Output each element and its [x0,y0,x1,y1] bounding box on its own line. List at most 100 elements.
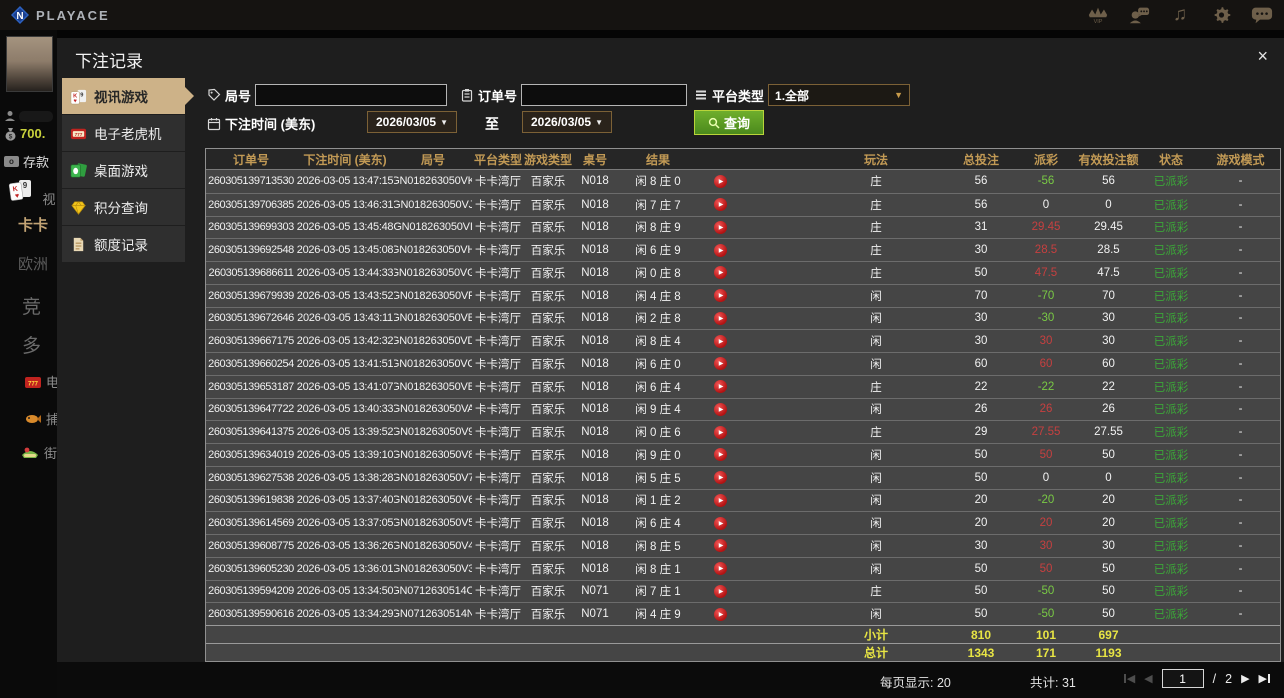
table-no: N018 [581,517,609,530]
music-icon[interactable]: ♫ [1168,3,1192,27]
round-input[interactable] [255,84,448,106]
payout: -50 [1037,608,1055,621]
bet-time: 2026-03-05 13:34:29 [296,608,394,621]
replay-button[interactable]: ▶ [698,512,743,534]
play-icon: ▶ [714,448,727,462]
replay-button[interactable]: ▶ [698,308,743,330]
table-row: 260305139608775 2026-03-05 13:36:26 GN0182… [206,534,1280,557]
deposit-button[interactable]: o 存款 [4,152,49,171]
platform-type: 卡卡湾厅 [475,472,521,485]
platform-select[interactable]: 1.全部 ▼ [768,84,911,106]
tab-table-games[interactable]: 桌面游戏 [62,152,185,188]
status: 已派彩 [1153,199,1189,212]
tab-video-games[interactable]: 9 K ♥ 视讯游戏 [62,78,194,114]
order-no: 260305139713530 [208,175,294,188]
table-row: 260305139590616 2026-03-05 13:34:29 GN0712… [206,602,1280,625]
customer-service-icon[interactable] [1127,3,1151,27]
game-type: 百家乐 [530,290,566,303]
order-input[interactable] [521,84,688,106]
tab-credit-records[interactable]: 额度记录 [62,226,185,262]
bg-nav-sports[interactable]: 竞 [22,292,41,319]
replay-button[interactable]: ▶ [698,353,743,375]
tab-slot-machines[interactable]: 777 电子老虎机 [62,115,185,151]
bet-time: 2026-03-05 13:44:33 [296,266,394,279]
bg-nav-multi[interactable]: 多 [22,331,41,358]
game-mode: - [1238,471,1243,484]
replay-button[interactable]: ▶ [698,170,743,193]
tab-points-inquiry[interactable]: 积分查询 [62,189,185,225]
col-header-total-bet: 总投注 [962,152,999,167]
replay-button[interactable]: ▶ [698,444,743,466]
replay-button[interactable]: ▶ [698,535,743,557]
brand-logo[interactable]: N PLAYACE [10,5,110,25]
date-to-picker[interactable]: 2026/03/05 ▼ [522,111,612,133]
game-type: 百家乐 [530,222,566,235]
close-icon[interactable]: × [1257,46,1268,66]
replay-button[interactable]: ▶ [698,399,743,421]
replay-button[interactable]: ▶ [698,285,743,307]
result: 闲 6 庄 0 [635,358,681,371]
result: 闲 8 庄 0 [635,176,681,189]
video-games-thumb[interactable]: 9 K ♥ 视 [8,178,55,209]
table-no: N018 [581,312,609,325]
total-bet: 20 [974,517,988,530]
bg-nav-kaka[interactable]: 卡卡 [18,214,48,235]
table-no: N018 [581,426,609,439]
game-mode: - [1238,403,1243,416]
bg-nav-arcade[interactable]: 街机 [20,443,57,462]
game-type: 百家乐 [530,472,566,485]
replay-button[interactable]: ▶ [698,603,743,625]
settings-icon[interactable] [1209,3,1233,27]
bet-time: 2026-03-05 13:37:40 [296,494,394,507]
bg-nav-fishing[interactable]: 捕 [24,409,57,428]
status: 已派彩 [1153,586,1189,599]
tab-label: 电子老虎机 [94,127,162,142]
replay-button[interactable]: ▶ [698,581,743,603]
last-page-button[interactable]: ▶ [1259,672,1270,685]
prev-page-button[interactable]: ◀ [1144,672,1152,685]
query-button[interactable]: 查询 [694,110,764,135]
first-page-button[interactable]: ◀ [1123,672,1135,685]
replay-button[interactable]: ▶ [698,558,743,580]
table-no: N018 [581,289,609,302]
result: 闲 6 庄 9 [635,245,681,258]
table-no: N018 [581,562,609,575]
date-from-value: 2026/03/05 [376,115,437,129]
replay-button[interactable]: ▶ [698,217,743,239]
replay-button[interactable]: ▶ [698,467,743,489]
table-row: 260305139653187 2026-03-05 13:41:07 GN0182… [206,374,1280,398]
payout: 0 [1042,198,1050,211]
vip-icon[interactable]: VIP [1086,3,1110,27]
total-bet: 70 [974,289,988,302]
grand-total-valid-bet: 1193 [1095,645,1122,660]
total-bet: 50 [974,562,988,575]
screen: N PLAYACE VIP ♫ $ 700. o 存款 9 K ♥ 视 卡卡 欧… [0,0,1284,698]
bet-side: 庄 [870,586,882,599]
replay-button[interactable]: ▶ [698,194,743,216]
chat-icon[interactable] [1250,3,1274,27]
result: 闲 1 庄 2 [635,495,681,508]
date-from-picker[interactable]: 2026/03/05 ▼ [367,111,457,133]
bet-time: 2026-03-05 13:39:52 [296,426,394,439]
bet-side: 庄 [870,222,882,235]
table-no: N018 [581,244,609,257]
platform-type: 卡卡湾厅 [475,518,521,531]
game-mode: - [1238,221,1243,234]
play-icon: ▶ [714,425,727,439]
replay-button[interactable]: ▶ [698,421,743,443]
payout: 26 [1039,403,1053,416]
next-page-button[interactable]: ▶ [1241,672,1249,685]
replay-button[interactable]: ▶ [698,376,743,398]
replay-button[interactable]: ▶ [698,330,743,352]
play-icon: ▶ [714,562,727,576]
replay-button[interactable]: ▶ [698,490,743,512]
replay-button[interactable]: ▶ [698,262,743,284]
avatar[interactable] [6,36,53,92]
bg-nav-europe[interactable]: 欧洲 [18,253,48,274]
bg-nav-slots[interactable]: 777 电子 [24,372,57,391]
page-number-input[interactable] [1161,669,1204,688]
status: 已派彩 [1153,427,1189,440]
replay-button[interactable]: ▶ [698,239,743,261]
